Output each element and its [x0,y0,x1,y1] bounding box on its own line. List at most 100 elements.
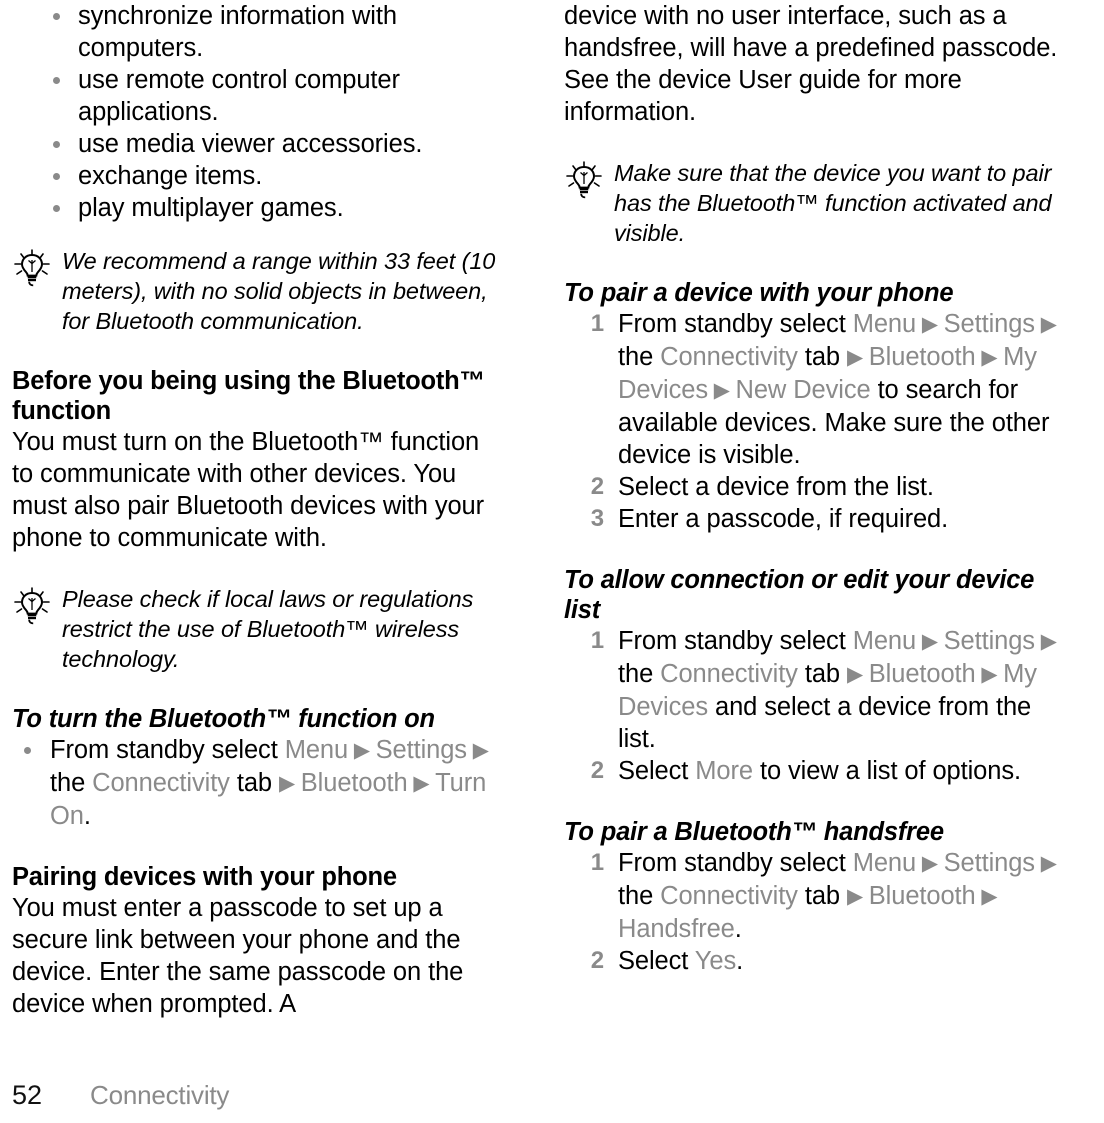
list-item-label: synchronize information with computers. [78,2,397,62]
list-item: exchange items. [12,160,507,192]
step-text-tab: tab [797,882,847,910]
right-triangle-arrow-icon: ▶ [1034,313,1057,336]
manual-page: synchronize information with computers. … [0,0,1104,1123]
right-triangle-arrow-icon: ▶ [846,346,869,369]
ui-term-menu: Menu [852,627,917,655]
ui-term-settings: Settings [943,849,1035,877]
list-item-label: use remote control computer applications… [78,66,400,126]
list-item: 3 Enter a passcode, if required. [564,503,1059,535]
step-text: Enter a passcode, if required. [618,505,949,533]
ui-term-menu: Menu [852,310,917,338]
step-text-pre: Select [618,947,695,975]
step-text-tab: tab [797,660,847,688]
right-triangle-arrow-icon: ▶ [1034,630,1057,653]
step-text-pre: Select [618,757,696,785]
list-item: From standby select Menu ▶ Settings ▶ th… [12,734,507,832]
right-triangle-arrow-icon: ▶ [916,313,944,336]
ui-term-settings: Settings [943,627,1035,655]
tip-note-text: Make sure that the device you want to pa… [614,160,1052,246]
right-triangle-arrow-icon: ▶ [975,885,998,908]
right-triangle-arrow-icon: ▶ [975,346,1004,369]
right-column: device with no user interface, such as a… [564,0,1059,977]
page-footer: 52 Connectivity [12,1080,229,1111]
intro-bullet-list: synchronize information with computers. … [12,0,507,224]
step-text-pre: From standby select [618,627,853,655]
list-item: play multiplayer games. [12,192,507,224]
ui-term-more: More [695,757,753,785]
list-item-label: use media viewer accessories. [78,130,423,158]
list-item: use remote control computer applications… [12,64,507,128]
list-item: 1 From standby select Menu ▶ Settings ▶ t… [564,308,1059,471]
list-item: 2 Select More to view a list of options. [564,755,1059,787]
step-number: 1 [590,310,604,337]
step-text-pre: From standby select [618,310,853,338]
ui-term-connectivity: Connectivity [660,343,798,371]
right-triangle-arrow-icon: ▶ [278,772,301,795]
step-number: 1 [590,849,604,876]
list-item: 2 Select Yes. [564,945,1059,977]
tip-note-pair: Make sure that the device you want to pa… [564,158,1059,248]
section-heading-pairing-devices: Pairing devices with your phone [12,863,397,891]
right-triangle-arrow-icon: ▶ [1034,852,1057,875]
step-number: 2 [590,947,604,974]
step-text-mid: the [618,882,661,910]
procedure-allow-connection-steps: 1 From standby select Menu ▶ Settings ▶ t… [564,625,1059,787]
list-item: 1 From standby select Menu ▶ Settings ▶ t… [564,847,1059,945]
list-item: synchronize information with computers. [12,0,507,64]
tip-note-text: We recommend a range within 33 feet (10 … [62,248,496,334]
step-text: Select a device from the list. [618,473,934,501]
step-number: 2 [590,757,604,784]
procedure-pair-handsfree-steps: 1 From standby select Menu ▶ Settings ▶ t… [564,847,1059,977]
ui-term-bluetooth: Bluetooth [868,343,976,371]
step-number: 3 [590,505,604,532]
step-number: 2 [590,473,604,500]
ui-term-bluetooth: Bluetooth [300,769,408,797]
bullet-dot-icon [24,747,31,754]
ui-term-menu: Menu [852,849,917,877]
step-text-post: . [736,947,744,975]
step-text-pre: From standby select [618,849,853,877]
lightbulb-tip-icon [12,586,52,626]
bullet-dot-icon [53,13,60,20]
paragraph-before-using: You must turn on the Bluetooth™ function… [12,428,485,552]
ui-term-yes: Yes [694,947,737,975]
bullet-dot-icon [53,141,60,148]
tip-note-text: Please check if local laws or regulation… [62,586,474,672]
bullet-dot-icon [53,205,60,212]
bullet-dot-icon [53,173,60,180]
bullet-dot-icon [53,77,60,84]
procedure-pair-device-steps: 1 From standby select Menu ▶ Settings ▶ t… [564,308,1059,535]
list-item: 2 Select a device from the list. [564,471,1059,503]
right-triangle-arrow-icon: ▶ [466,739,489,762]
left-column: synchronize information with computers. … [12,0,507,1020]
step-text-mid: the [618,343,661,371]
step-text-tab: tab [229,769,279,797]
procedure-heading-turn-on: To turn the Bluetooth™ function on [12,705,435,733]
step-text-post: to view a list of options. [752,757,1021,785]
ui-term-connectivity: Connectivity [660,882,798,910]
right-triangle-arrow-icon: ▶ [708,379,736,402]
chapter-name: Connectivity [90,1080,230,1110]
right-triangle-arrow-icon: ▶ [975,663,1004,686]
list-item-label: play multiplayer games. [78,194,344,222]
ui-term-settings: Settings [375,736,467,764]
step-text-post: . [734,915,742,943]
step-number: 1 [590,627,604,654]
ui-term-connectivity: Connectivity [660,660,798,688]
ui-term-menu: Menu [284,736,349,764]
tip-note-range: We recommend a range within 33 feet (10 … [12,246,507,336]
step-text-mid: the [50,769,93,797]
ui-term-settings: Settings [943,310,1035,338]
lightbulb-tip-icon [564,160,604,200]
procedure-heading-allow-connection: To allow connection or edit your device … [564,566,1035,624]
tip-note-laws: Please check if local laws or regulation… [12,584,507,674]
paragraph-pairing-continued: device with no user interface, such as a… [564,2,1058,126]
list-item: use media viewer accessories. [12,128,507,160]
